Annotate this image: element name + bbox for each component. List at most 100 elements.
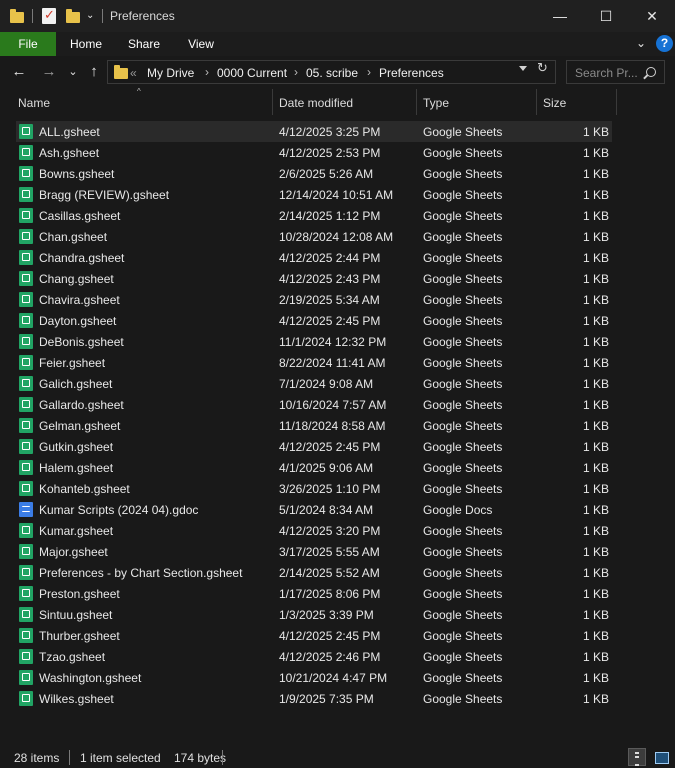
file-size: 1 KB: [582, 356, 609, 370]
file-row[interactable]: Galich.gsheet 7/1/2024 9:08 AM Google Shee…: [16, 373, 612, 394]
title-separator: [32, 9, 33, 23]
file-name: DeBonis.gsheet: [39, 335, 124, 349]
file-row[interactable]: Halem.gsheet 4/1/2025 9:06 AM Google Sheet…: [16, 457, 612, 478]
status-bar: 28 items 1 item selected 174 bytes: [0, 746, 675, 768]
file-row[interactable]: Chavira.gsheet 2/19/2025 5:34 AM Google Sh…: [16, 289, 612, 310]
back-button[interactable]: ←: [10, 63, 28, 81]
file-icon-mark: [22, 442, 30, 450]
file-row[interactable]: Casillas.gsheet 2/14/2025 1:12 PM Google S…: [16, 205, 612, 226]
file-name: Chang.gsheet: [39, 272, 114, 286]
file-row[interactable]: Kumar.gsheet 4/12/2025 3:20 PM Google Shee…: [16, 520, 612, 541]
recent-locations-button[interactable]: ⌄: [64, 63, 82, 81]
file-row[interactable]: Gelman.gsheet 11/18/2024 8:58 AM Google Sh…: [16, 415, 612, 436]
minimize-button[interactable]: —: [537, 0, 583, 32]
column-divider[interactable]: [536, 89, 537, 115]
address-bar[interactable]: « My Drive › 0000 Current › 05. scribe ›…: [107, 60, 556, 84]
details-view-icon[interactable]: [628, 748, 646, 766]
search-input[interactable]: Search Pr...: [575, 66, 639, 80]
file-row[interactable]: Bowns.gsheet 2/6/2025 5:26 AM Google Sheet…: [16, 163, 612, 184]
file-row[interactable]: Wilkes.gsheet 1/9/2025 7:35 PM Google Shee…: [16, 688, 612, 709]
file-row[interactable]: Dayton.gsheet 4/12/2025 2:45 PM Google She…: [16, 310, 612, 331]
breadcrumb-preferences[interactable]: Preferences: [379, 66, 444, 80]
column-headers: ^ Name Date modified Type Size: [0, 88, 675, 117]
search-icon[interactable]: [646, 67, 656, 77]
expand-ribbon-icon[interactable]: ⌄: [636, 36, 646, 50]
address-history-icon[interactable]: [519, 66, 527, 71]
file-row[interactable]: Chandra.gsheet 4/12/2025 2:44 PM Google Sh…: [16, 247, 612, 268]
file-type: Google Sheets: [423, 566, 503, 580]
column-header-size[interactable]: Size: [543, 96, 566, 110]
file-row[interactable]: Kumar Scripts (2024 04).gdoc 5/1/2024 8:3…: [16, 499, 612, 520]
file-name: Dayton.gsheet: [39, 314, 117, 328]
breadcrumb-05-scribe[interactable]: 05. scribe: [306, 66, 358, 80]
file-row[interactable]: Feier.gsheet 8/22/2024 11:41 AM Google She…: [16, 352, 612, 373]
file-date-modified: 4/12/2025 2:45 PM: [279, 314, 381, 328]
google-sheets-icon: [19, 376, 33, 391]
column-header-date-modified[interactable]: Date modified: [279, 96, 353, 110]
file-row[interactable]: Tzao.gsheet 4/12/2025 2:46 PM Google Sheet…: [16, 646, 612, 667]
breadcrumb-my-drive[interactable]: My Drive: [147, 66, 194, 80]
file-date-modified: 2/19/2025 5:34 AM: [279, 293, 380, 307]
file-type: Google Sheets: [423, 188, 503, 202]
tab-share[interactable]: Share: [120, 32, 168, 56]
file-row[interactable]: Washington.gsheet 10/21/2024 4:47 PM Googl…: [16, 667, 612, 688]
file-date-modified: 2/14/2025 1:12 PM: [279, 209, 381, 223]
google-sheets-icon: [19, 628, 33, 643]
file-size: 1 KB: [582, 587, 609, 601]
file-row[interactable]: DeBonis.gsheet 11/1/2024 12:32 PM Google S…: [16, 331, 612, 352]
column-header-name[interactable]: Name: [18, 96, 50, 110]
breadcrumb-separator[interactable]: ›: [205, 65, 209, 79]
large-icons-view-icon[interactable]: [652, 748, 670, 766]
search-box[interactable]: Search Pr...: [566, 60, 665, 84]
file-row[interactable]: Major.gsheet 3/17/2025 5:55 AM Google Shee…: [16, 541, 612, 562]
tab-view[interactable]: View: [178, 32, 224, 56]
file-row[interactable]: ALL.gsheet 4/12/2025 3:25 PM Google Sheets…: [16, 121, 612, 142]
help-icon[interactable]: ?: [656, 35, 673, 52]
close-button[interactable]: ✕: [629, 0, 675, 32]
file-name: Halem.gsheet: [39, 461, 114, 475]
file-row[interactable]: Chang.gsheet 4/12/2025 2:43 PM Google Shee…: [16, 268, 612, 289]
tab-file[interactable]: File: [0, 32, 56, 56]
file-size: 1 KB: [582, 335, 609, 349]
tab-home[interactable]: Home: [62, 32, 110, 56]
column-divider[interactable]: [272, 89, 273, 115]
file-row[interactable]: Gutkin.gsheet 4/12/2025 2:45 PM Google She…: [16, 436, 612, 457]
file-row[interactable]: Chan.gsheet 10/28/2024 12:08 AM Google She…: [16, 226, 612, 247]
up-button[interactable]: ↑: [85, 63, 103, 81]
column-header-type[interactable]: Type: [423, 96, 449, 110]
file-name: Gelman.gsheet: [39, 419, 121, 433]
properties-icon[interactable]: ✓: [42, 7, 56, 24]
breadcrumb-0000-current[interactable]: 0000 Current: [217, 66, 287, 80]
maximize-button[interactable]: ☐: [583, 0, 629, 32]
file-icon-mark: [22, 190, 30, 198]
forward-button[interactable]: →: [40, 63, 58, 81]
file-type: Google Sheets: [423, 608, 503, 622]
google-sheets-icon: [19, 670, 33, 685]
new-folder-icon[interactable]: [66, 8, 80, 24]
google-sheets-icon: [19, 334, 33, 349]
breadcrumb-separator[interactable]: ›: [367, 65, 371, 79]
file-row[interactable]: Gallardo.gsheet 10/16/2024 7:57 AM Google …: [16, 394, 612, 415]
refresh-icon[interactable]: ↻: [537, 60, 548, 76]
file-row[interactable]: Thurber.gsheet 4/12/2025 2:45 PM Google Sh…: [16, 625, 612, 646]
file-row[interactable]: Preferences - by Chart Section.gsheet 2/1…: [16, 562, 612, 583]
file-size: 1 KB: [582, 629, 609, 643]
file-size: 1 KB: [582, 692, 609, 706]
file-row[interactable]: Preston.gsheet 1/17/2025 8:06 PM Google Sh…: [16, 583, 612, 604]
file-icon-mark: [22, 526, 30, 534]
file-row[interactable]: Kohanteb.gsheet 3/26/2025 1:10 PM Google S…: [16, 478, 612, 499]
file-name: Tzao.gsheet: [39, 650, 106, 664]
column-divider[interactable]: [616, 89, 617, 115]
file-row[interactable]: Sintuu.gsheet 1/3/2025 3:39 PM Google Shee…: [16, 604, 612, 625]
file-row[interactable]: Ash.gsheet 4/12/2025 2:53 PM Google Sheets…: [16, 142, 612, 163]
file-size: 1 KB: [582, 545, 609, 559]
customize-quick-access-icon[interactable]: ⌄: [86, 8, 100, 24]
file-type: Google Sheets: [423, 524, 503, 538]
file-size: 1 KB: [582, 566, 609, 580]
column-divider[interactable]: [416, 89, 417, 115]
breadcrumb-overflow[interactable]: «: [130, 66, 137, 80]
file-row[interactable]: Bragg (REVIEW).gsheet 12/14/2024 10:51 AM…: [16, 184, 612, 205]
breadcrumb-separator[interactable]: ›: [294, 65, 298, 79]
file-date-modified: 1/9/2025 7:35 PM: [279, 692, 374, 706]
google-sheets-icon: [19, 607, 33, 622]
